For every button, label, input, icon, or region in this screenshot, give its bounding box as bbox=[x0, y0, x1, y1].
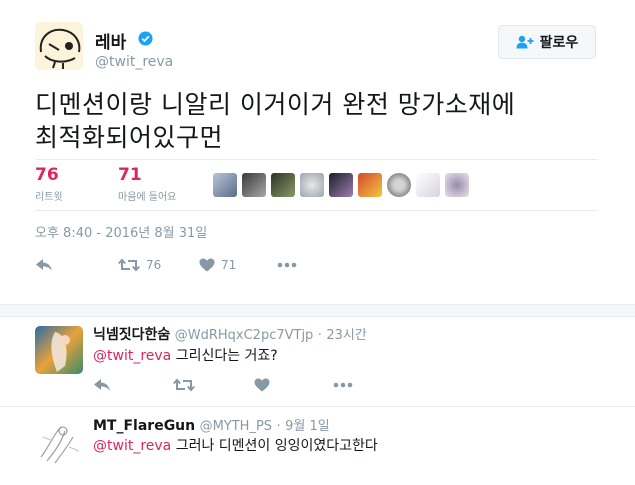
reply-body: 그러나 디멘션이 잉잉이였다고한다 bbox=[171, 438, 378, 454]
follow-button[interactable]: 팔로우 bbox=[498, 25, 596, 59]
reply-avatar[interactable] bbox=[35, 417, 83, 465]
stats-bottom-divider bbox=[35, 210, 598, 211]
reply-action[interactable] bbox=[93, 375, 111, 395]
verified-icon bbox=[138, 31, 153, 46]
tweet-text-line1: 디멘션이랑 니알리 이거이거 완전 망가소재에 bbox=[35, 90, 516, 119]
liker-avatar[interactable] bbox=[358, 173, 382, 197]
reply-action[interactable] bbox=[35, 255, 53, 275]
reply-text: @twit_reva 그러나 디멘션이 잉잉이였다고한다 bbox=[93, 435, 378, 455]
follow-person-icon bbox=[516, 35, 534, 49]
retweet-stat-count: 76 bbox=[35, 165, 59, 185]
retweet-stat[interactable]: 76 리트윗 bbox=[35, 165, 63, 203]
like-stat-label: 마음에 들어요 bbox=[118, 192, 177, 203]
reply-header: 닉넴짓다한숨 @WdRHqxC2pc7VTjp · 23시간 bbox=[93, 324, 367, 344]
heart-icon bbox=[199, 258, 215, 272]
like-stat[interactable]: 71 마음에 들어요 bbox=[118, 165, 176, 203]
reply-author-name[interactable]: 닉넴짓다한숨 bbox=[93, 327, 170, 343]
like-stat-count: 71 bbox=[118, 165, 142, 185]
author-name[interactable]: 레바 bbox=[95, 28, 126, 53]
reply-author-handle[interactable]: @MYTH_PS bbox=[200, 419, 272, 434]
reply-author-name[interactable]: MT_FlareGun bbox=[93, 418, 195, 434]
liker-avatars bbox=[213, 173, 469, 197]
stats-top-divider bbox=[35, 159, 598, 160]
more-action[interactable] bbox=[277, 255, 297, 275]
liker-avatar[interactable] bbox=[387, 173, 411, 197]
reply-body: 그리신다는 거죠? bbox=[171, 348, 278, 364]
reply-avatar[interactable] bbox=[35, 326, 83, 374]
liker-avatar[interactable] bbox=[213, 173, 237, 197]
reply-time[interactable]: 23시간 bbox=[326, 328, 366, 343]
heart-icon bbox=[254, 378, 270, 392]
liker-avatar[interactable] bbox=[300, 173, 324, 197]
author-handle[interactable]: @twit_reva bbox=[95, 54, 173, 70]
like-action[interactable]: 71 bbox=[199, 255, 236, 275]
tweet-text-line2: 최적화되어있구먼 bbox=[35, 123, 224, 152]
retweet-action[interactable] bbox=[173, 375, 195, 395]
reply-author-handle[interactable]: @WdRHqxC2pc7VTjp bbox=[175, 328, 314, 343]
tweet-text: 디멘션이랑 니알리 이거이거 완전 망가소재에 최적화되어있구먼 bbox=[35, 88, 595, 154]
retweet-icon bbox=[173, 378, 195, 392]
liker-avatar[interactable] bbox=[416, 173, 440, 197]
retweet-action[interactable]: 76 bbox=[118, 255, 161, 275]
liker-avatar[interactable] bbox=[445, 173, 469, 197]
reply-icon bbox=[94, 379, 110, 391]
tweet-timestamp[interactable]: 오후 8:40 - 2016년 8월 31일 bbox=[35, 222, 207, 241]
retweet-icon bbox=[118, 258, 140, 272]
liker-avatar[interactable] bbox=[329, 173, 353, 197]
author-avatar[interactable] bbox=[35, 22, 83, 70]
more-icon bbox=[333, 382, 353, 388]
reply-dot: · bbox=[317, 328, 322, 343]
reply-mention[interactable]: @twit_reva bbox=[93, 438, 171, 454]
more-action[interactable] bbox=[333, 375, 353, 395]
retweet-stat-label: 리트윗 bbox=[35, 192, 63, 203]
like-action[interactable] bbox=[254, 375, 270, 395]
retweet-action-count: 76 bbox=[146, 258, 162, 272]
like-action-count: 71 bbox=[221, 258, 237, 272]
reply-mention[interactable]: @twit_reva bbox=[93, 348, 171, 364]
reply-header: MT_FlareGun @MYTH_PS · 9월 1일 bbox=[93, 415, 330, 434]
reply-dot: · bbox=[276, 419, 281, 434]
main-tweet: 레바 @twit_reva 팔로우 디멘션이랑 니알리 이거이거 완전 망가소재… bbox=[0, 0, 635, 305]
reply-icon bbox=[36, 259, 52, 271]
liker-avatar[interactable] bbox=[242, 173, 266, 197]
liker-avatar[interactable] bbox=[271, 173, 295, 197]
reply-tweet[interactable]: 닉넴짓다한숨 @WdRHqxC2pc7VTjp · 23시간 @twit_rev… bbox=[0, 316, 635, 406]
follow-label: 팔로우 bbox=[539, 35, 579, 51]
more-icon bbox=[277, 262, 297, 268]
reply-text: @twit_reva 그리신다는 거죠? bbox=[93, 345, 278, 365]
reply-time[interactable]: 9월 1일 bbox=[285, 419, 330, 434]
reply-tweet[interactable]: MT_FlareGun @MYTH_PS · 9월 1일 @twit_reva … bbox=[0, 407, 635, 485]
